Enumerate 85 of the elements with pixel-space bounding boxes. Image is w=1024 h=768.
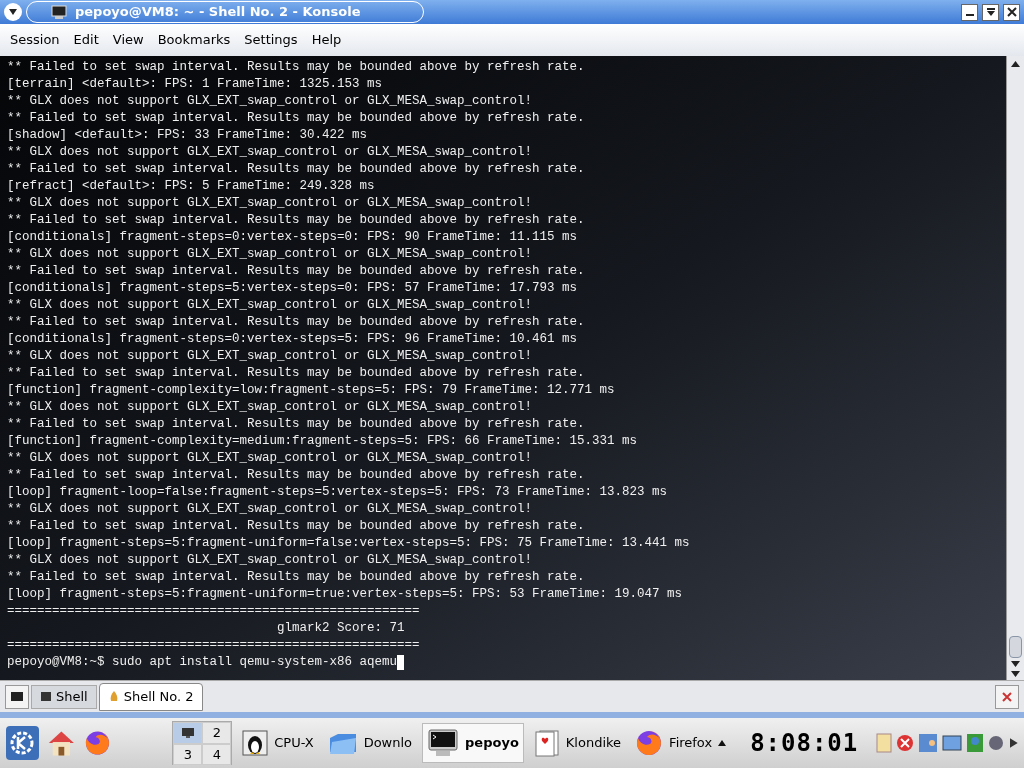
task-button[interactable]: pepoyo	[422, 723, 524, 763]
tab-icon	[40, 689, 52, 704]
clipboard-icon[interactable]	[876, 733, 893, 753]
terminal-line: ** GLX does not support GLX_EXT_swap_control or GLX_MESA_swap_control!	[7, 144, 533, 161]
terminal-line: ** GLX does not support GLX_EXT_swap_control or GLX_MESA_swap_control!	[7, 399, 533, 416]
window-title: pepoyo@VM8: ~ - Shell No. 2 - Konsole	[75, 3, 361, 22]
terminal-icon	[10, 690, 24, 703]
terminal-line: ** GLX does not support GLX_EXT_swap_control or GLX_MESA_swap_control!	[7, 348, 533, 365]
scrollbar[interactable]	[1006, 56, 1024, 680]
terminal-line: ** Failed to set swap interval. Results may be bounded above by refresh rate.	[7, 416, 585, 433]
penguin-icon	[242, 730, 269, 756]
terminal-line: ** Failed to set swap interval. Results may be bounded above by refresh rate.	[7, 518, 585, 535]
terminal-line: [conditionals] fragment-steps=0:vertex-steps=0: FPS: 90 FrameTime: 11.115 ms	[7, 229, 578, 246]
terminal-line: [function] fragment-complexity=medium:fragment-steps=5: FPS: 66 FrameTime: 15.331 ms	[7, 433, 638, 450]
terminal-line: =======================================================	[7, 603, 420, 620]
terminal-line: =======================================================	[7, 637, 420, 654]
minimize-icon	[964, 14, 975, 16]
menu-item[interactable]: Session	[3, 30, 67, 50]
minimize-button[interactable]	[961, 3, 978, 21]
menu-item[interactable]: Bookmarks	[150, 30, 238, 50]
terminal-line: [loop] fragment-steps=5:fragment-uniform=true:vertex-steps=5: FPS: 53 FrameTime: 19.047 ms	[7, 586, 683, 603]
terminal-line: ** Failed to set swap interval. Results may be bounded above by refresh rate.	[7, 263, 585, 280]
menu-item[interactable]: Help	[304, 30, 349, 50]
k-menu-button[interactable]	[6, 726, 39, 760]
terminal-line: ** Failed to set swap interval. Results may be bounded above by refresh rate.	[7, 161, 585, 178]
terminal-line: [terrain] <default>: FPS: 1 FrameTime: 1325.153 ms	[7, 76, 383, 93]
task-button[interactable]: CPU-X	[238, 723, 318, 763]
terminal-line: [function] fragment-complexity=low:fragment-steps=5: FPS: 79 FrameTime: 12.771 ms	[7, 382, 615, 399]
command-prompt[interactable]: pepoyo@VM8:~$ sudo apt install qemu-system-x86 aqemu	[7, 654, 398, 671]
display-icon[interactable]	[942, 735, 963, 751]
terminal-line: glmark2 Score: 71	[276, 620, 405, 637]
terminal-line: ** GLX does not support GLX_EXT_swap_control or GLX_MESA_swap_control!	[7, 450, 533, 467]
terminal-line: ** GLX does not support GLX_EXT_swap_control or GLX_MESA_swap_control!	[7, 501, 533, 518]
monitor-icon	[180, 726, 195, 739]
terminal-line: ** GLX does not support GLX_EXT_swap_control or GLX_MESA_swap_control!	[7, 297, 533, 314]
user-window-icon[interactable]	[918, 733, 939, 753]
playing-cards-icon	[533, 729, 560, 757]
close-tab-button[interactable]	[995, 684, 1019, 709]
gear-icon	[9, 730, 36, 756]
menu-item[interactable]: Settings	[237, 30, 305, 50]
close-button[interactable]	[1003, 3, 1020, 21]
terminal-line: [conditionals] fragment-steps=0:vertex-steps=5: FPS: 96 FrameTime: 10.461 ms	[7, 331, 578, 348]
terminal-line: ** GLX does not support GLX_EXT_swap_control or GLX_MESA_swap_control!	[7, 195, 533, 212]
browser-icon	[83, 729, 111, 757]
caret-right-icon[interactable]	[1010, 738, 1018, 748]
desktop-button[interactable]	[173, 722, 203, 744]
terminal-icon	[427, 729, 460, 757]
terminal-line: ** Failed to set swap interval. Results may be bounded above by refresh rate.	[7, 59, 585, 76]
scrollbar-thumb[interactable]	[1009, 636, 1022, 658]
task-button[interactable]: Downlo	[323, 723, 417, 763]
terminal-icon	[51, 5, 67, 19]
text-cursor	[397, 655, 405, 670]
caret-icon	[9, 9, 17, 15]
maximize-icon	[985, 7, 996, 17]
desktop-button[interactable]: 4	[202, 743, 232, 765]
terminal-line: ** GLX does not support GLX_EXT_swap_control or GLX_MESA_swap_control!	[7, 93, 533, 110]
menu-item[interactable]: View	[105, 30, 151, 50]
desktop-button[interactable]: 2	[202, 722, 232, 744]
terminal-line: ** Failed to set swap interval. Results may be bounded above by refresh rate.	[7, 569, 585, 586]
terminal-line: [loop] fragment-steps=5:fragment-uniform=false:vertex-steps=5: FPS: 75 FrameTime: 13.441 ms	[7, 535, 690, 552]
terminal-line: ** Failed to set swap interval. Results may be bounded above by refresh rate.	[7, 212, 585, 229]
new-tab-button[interactable]	[5, 684, 29, 709]
browser-icon	[635, 729, 664, 757]
task-button[interactable]: Klondike	[529, 723, 626, 763]
desktop-button[interactable]: 3	[173, 743, 203, 765]
terminal-line: [conditionals] fragment-steps=5:vertex-steps=0: FPS: 57 FrameTime: 17.793 ms	[7, 280, 578, 297]
terminal-line: [shadow] <default>: FPS: 33 FrameTime: 30.422 ms	[7, 127, 368, 144]
task-button[interactable]: Firefox	[631, 723, 731, 763]
clock: 8:08:01	[750, 728, 859, 759]
terminal-line: ** Failed to set swap interval. Results may be bounded above by refresh rate.	[7, 314, 585, 331]
tab[interactable]: Shell	[31, 684, 97, 709]
terminal-line: [loop] fragment-loop=false:fragment-steps=5:vertex-steps=5: FPS: 73 FrameTime: 13.823 ms	[7, 484, 668, 501]
terminal-line: ** Failed to set swap interval. Results may be bounded above by refresh rate.	[7, 365, 585, 382]
tab[interactable]: Shell No. 2	[98, 682, 203, 711]
terminal-line: ** GLX does not support GLX_EXT_swap_control or GLX_MESA_swap_control!	[7, 552, 533, 569]
close-icon	[1001, 690, 1013, 703]
terminal-line: ** GLX does not support GLX_EXT_swap_control or GLX_MESA_swap_control!	[7, 246, 533, 263]
maximize-button[interactable]	[982, 3, 999, 21]
window-menu-button[interactable]	[4, 3, 22, 21]
menu-item[interactable]: Edit	[66, 30, 106, 50]
terminal-line: ** Failed to set swap interval. Results may be bounded above by refresh rate.	[7, 467, 585, 484]
terminal-line: ** Failed to set swap interval. Results may be bounded above by refresh rate.	[7, 110, 585, 127]
speaker-muted-icon[interactable]	[896, 734, 915, 752]
terminal-line: [refract] <default>: FPS: 5 FrameTime: 249.328 ms	[7, 178, 375, 195]
close-icon	[1006, 7, 1017, 17]
